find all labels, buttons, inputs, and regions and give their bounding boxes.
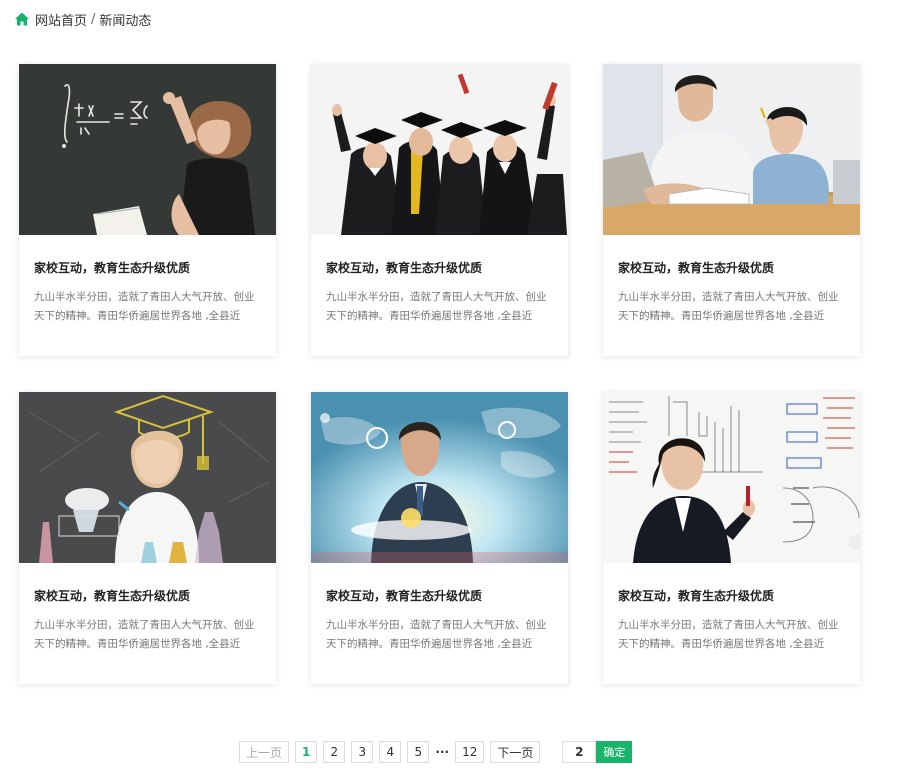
home-icon[interactable] xyxy=(14,11,30,27)
pagination-ellipsis: ··· xyxy=(435,745,450,759)
page-button-1[interactable]: 1 xyxy=(295,741,318,763)
breadcrumb-current: 新闻动态 xyxy=(99,13,152,29)
news-card[interactable]: 家校互动，教育生态升级优质 九山半水半分田，造就了青田人大气开放、创业天下的精神… xyxy=(19,392,276,684)
news-card[interactable]: 家校互动，教育生态升级优质 九山半水半分田，造就了青田人大气开放、创业天下的精神… xyxy=(19,64,276,356)
news-card[interactable]: 家校互动，教育生态升级优质 九山半水半分田，造就了青田人大气开放、创业天下的精神… xyxy=(311,64,568,356)
breadcrumb: 网站首页 / 新闻动态 xyxy=(14,10,152,29)
news-card[interactable]: 家校互动，教育生态升级优质 九山半水半分田，造就了青田人大气开放、创业天下的精神… xyxy=(603,64,860,356)
news-card-title[interactable]: 家校互动，教育生态升级优质 xyxy=(34,587,190,604)
news-card-image[interactable] xyxy=(311,64,568,235)
pagination: 上一页 1 2 3 4 5 ··· 12 下一页 确定 xyxy=(239,740,633,764)
next-page-button[interactable]: 下一页 xyxy=(490,741,541,763)
news-card-title[interactable]: 家校互动，教育生态升级优质 xyxy=(34,259,190,276)
breadcrumb-home-link[interactable]: 网站首页 xyxy=(35,10,87,29)
news-card-title[interactable]: 家校互动，教育生态升级优质 xyxy=(618,587,774,604)
news-card-desc: 九山半水半分田，造就了青田人大气开放、创业天下的精神。青田华侨遍居世界各地 ,全… xyxy=(326,619,547,650)
page-button-4[interactable]: 4 xyxy=(379,741,402,763)
news-card-desc: 九山半水半分田，造就了青田人大气开放、创业天下的精神。青田华侨遍居世界各地 ,全… xyxy=(618,619,839,650)
prev-page-button[interactable]: 上一页 xyxy=(239,741,290,763)
news-card-image[interactable] xyxy=(19,392,276,563)
news-card-desc: 九山半水半分田，造就了青田人大气开放、创业天下的精神。青田华侨遍居世界各地 ,全… xyxy=(326,291,547,322)
news-card-title[interactable]: 家校互动，教育生态升级优质 xyxy=(618,259,774,276)
news-card[interactable]: 家校互动，教育生态升级优质 九山半水半分田，造就了青田人大气开放、创业天下的精神… xyxy=(311,392,568,684)
page-button-last[interactable]: 12 xyxy=(455,741,485,763)
page-jump-input[interactable] xyxy=(562,741,597,763)
news-card-image[interactable] xyxy=(603,64,860,235)
news-card-title[interactable]: 家校互动，教育生态升级优质 xyxy=(326,587,482,604)
page-button-5[interactable]: 5 xyxy=(407,741,430,763)
news-card-desc: 九山半水半分田，造就了青田人大气开放、创业天下的精神。青田华侨遍居世界各地 ,全… xyxy=(34,619,255,650)
news-card-title[interactable]: 家校互动，教育生态升级优质 xyxy=(326,259,482,276)
page-button-3[interactable]: 3 xyxy=(351,741,374,763)
page-jump-confirm-button[interactable]: 确定 xyxy=(596,741,633,763)
news-card-image[interactable] xyxy=(19,64,276,235)
breadcrumb-separator: / xyxy=(91,11,96,27)
news-card-desc: 九山半水半分田，造就了青田人大气开放、创业天下的精神。青田华侨遍居世界各地 ,全… xyxy=(34,291,255,322)
news-card-image[interactable] xyxy=(311,392,568,563)
news-card-image[interactable] xyxy=(603,392,860,563)
page-button-2[interactable]: 2 xyxy=(323,741,346,763)
news-card-desc: 九山半水半分田，造就了青田人大气开放、创业天下的精神。青田华侨遍居世界各地 ,全… xyxy=(618,291,839,322)
news-card[interactable]: 家校互动，教育生态升级优质 九山半水半分田，造就了青田人大气开放、创业天下的精神… xyxy=(603,392,860,684)
